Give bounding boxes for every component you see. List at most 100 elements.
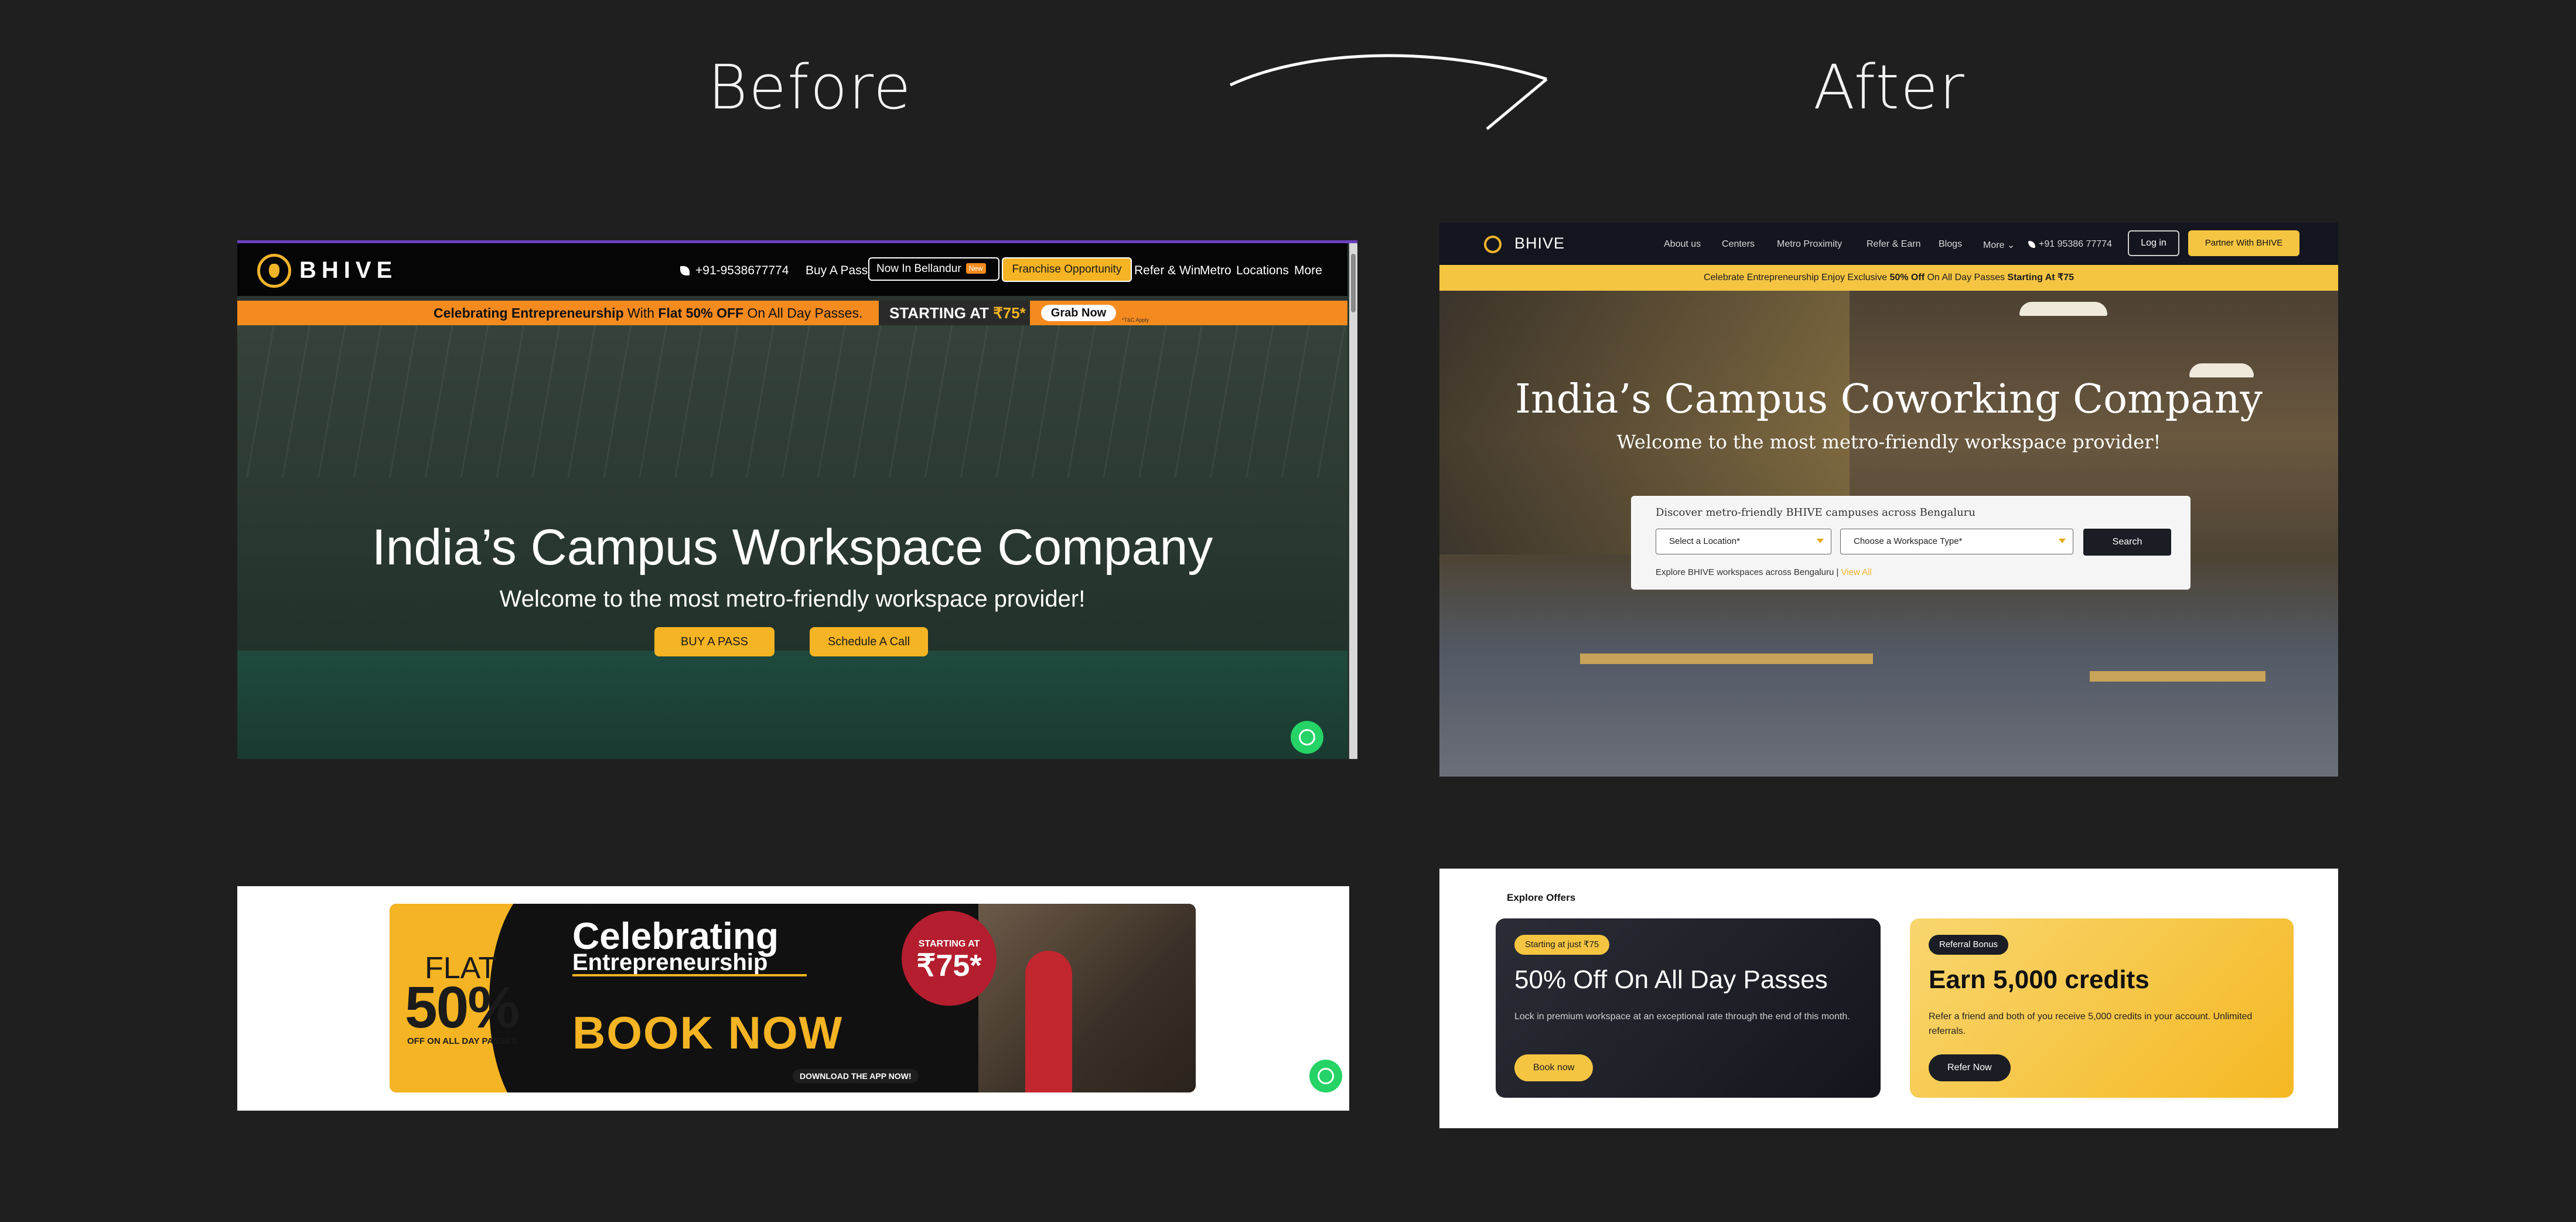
nav-blogs[interactable]: Blogs <box>1939 239 1962 250</box>
buy-a-pass-button[interactable]: BUY A PASS <box>654 627 774 656</box>
after-hero-screenshot: BHIVE About us Centers Metro Proximity R… <box>1439 223 2338 777</box>
ceiling-lamp <box>2189 363 2254 377</box>
before-label: Before <box>708 52 912 123</box>
desk <box>1580 653 1873 664</box>
phone-link[interactable]: +91 95386 77774 <box>2028 239 2112 250</box>
nav-more[interactable]: More <box>1294 264 1322 278</box>
banner-part-1: Celebrate Entrepreneurship Enjoy Exclusi… <box>1703 273 1890 282</box>
navbar: BHIVE +91-9538677774 Buy A Pass Now In B… <box>237 243 1347 296</box>
tnc-text: *T&C Apply <box>1122 317 1149 323</box>
view-all-link[interactable]: View All <box>1841 567 1872 577</box>
banner-part-2: 50% Off <box>1889 273 1925 282</box>
banner-person <box>1025 951 1072 1092</box>
hero-title: India’s Campus Coworking Company <box>1515 376 2263 423</box>
search-panel: Discover metro-friendly BHIVE campuses a… <box>1631 496 2191 590</box>
banner-percent: 50% <box>405 975 520 1040</box>
phone-number: +91-9538677774 <box>695 264 789 277</box>
explore-label: Explore BHIVE workspaces across Bengalur… <box>1656 567 1841 577</box>
court-floor <box>237 651 1347 759</box>
promo-banner-text: Celebrating Entrepreneurship With Flat 5… <box>434 305 862 321</box>
before-offer-banner: FLAT 50% OFF ON ALL DAY PASSES Celebrati… <box>237 886 1349 1111</box>
book-now-button[interactable]: Book now <box>1514 1054 1594 1081</box>
banner-underline <box>572 974 807 976</box>
location-select[interactable]: Select a Location* <box>1656 529 1831 554</box>
promo-bold-1: Celebrating Entrepreneurship <box>434 305 624 321</box>
banner-off-text: OFF ON ALL DAY PASSES <box>407 1036 517 1046</box>
logo-text[interactable]: BHIVE <box>1514 234 1565 253</box>
badge-price: ₹75* <box>916 949 982 983</box>
desk <box>2090 671 2265 682</box>
nav-refer-win[interactable]: Refer & Win <box>1134 264 1200 278</box>
offer-pill: Starting at just ₹75 <box>1514 935 1610 955</box>
offer-card-referral: Referral Bonus Earn 5,000 credits Refer … <box>1910 918 2294 1098</box>
new-badge: New <box>965 263 986 274</box>
before-hero-screenshot: BHIVE +91-9538677774 Buy A Pass Now In B… <box>237 240 1357 759</box>
phone-icon <box>2028 241 2035 248</box>
offer-title: Earn 5,000 credits <box>1929 965 2149 994</box>
promo-banner[interactable]: Celebrate Entrepreneurship Enjoy Exclusi… <box>1439 265 2338 291</box>
nav-centers[interactable]: Centers <box>1722 239 1755 250</box>
nav-metro-proximity[interactable]: Metro Proximity <box>1777 239 1842 250</box>
refer-now-button[interactable]: Refer Now <box>1929 1054 2011 1081</box>
franchise-opportunity-button[interactable]: Franchise Opportunity <box>1002 257 1132 282</box>
promo-end: On All Day Passes. <box>743 305 863 321</box>
caret-down-icon <box>2059 539 2066 543</box>
nav-more[interactable]: More ⌄ <box>1983 239 2015 251</box>
arrow-icon <box>1229 54 1548 130</box>
offer-pill: Referral Bonus <box>1929 935 2009 955</box>
hero-title: India’s Campus Workspace Company <box>371 519 1213 576</box>
offer-card-day-pass: Starting at just ₹75 50% Off On All Day … <box>1496 918 1881 1098</box>
log-in-button[interactable]: Log in <box>2128 230 2179 256</box>
nav-buy-a-pass[interactable]: Buy A Pass <box>806 264 868 278</box>
location-placeholder: Select a Location* <box>1669 536 1740 546</box>
whatsapp-icon[interactable] <box>1291 721 1323 754</box>
phone-link[interactable]: +91-9538677774 <box>680 264 789 278</box>
banner-part-4: Starting At ₹75 <box>2007 273 2075 282</box>
schedule-a-call-button[interactable]: Schedule A Call <box>810 627 928 656</box>
nav-locations[interactable]: Locations <box>1236 264 1289 278</box>
price-value: ₹75* <box>993 304 1026 322</box>
after-label: After <box>1813 52 1966 123</box>
nav-refer-earn[interactable]: Refer & Earn <box>1867 239 1920 250</box>
phone-number: +91 95386 77774 <box>2039 239 2113 249</box>
offer-banner-image[interactable]: FLAT 50% OFF ON ALL DAY PASSES Celebrati… <box>390 904 1196 1092</box>
whatsapp-icon[interactable] <box>1309 1060 1342 1092</box>
scrollbar[interactable] <box>1349 243 1357 759</box>
nav-about-us[interactable]: About us <box>1664 239 1701 250</box>
bhive-logo-icon[interactable] <box>1484 236 1502 253</box>
now-in-bellandur-button[interactable]: Now In Bellandur New <box>868 257 999 281</box>
price-label: STARTING AT <box>889 304 989 322</box>
offer-description: Refer a friend and both of you receive 5… <box>1929 1012 2253 1036</box>
navbar: BHIVE About us Centers Metro Proximity R… <box>1439 223 2338 265</box>
caret-down-icon <box>1817 539 1824 543</box>
workspace-placeholder: Choose a Workspace Type* <box>1854 536 1963 546</box>
promo-mid: With <box>623 305 658 321</box>
grab-now-button[interactable]: Grab Now <box>1041 305 1116 321</box>
bellandur-label: Now In Bellandur <box>876 263 961 275</box>
roof-structure <box>237 325 1347 478</box>
hero-subtitle: Welcome to the most metro-friendly works… <box>1616 431 2161 453</box>
logo-text[interactable]: BHIVE <box>299 257 397 284</box>
after-offers-section: Explore Offers Starting at just ₹75 50% … <box>1439 869 2338 1128</box>
promo-banner[interactable]: Celebrating Entrepreneurship With Flat 5… <box>237 301 1347 325</box>
partner-with-bhive-button[interactable]: Partner With BHIVE <box>2188 230 2299 256</box>
workspace-type-select[interactable]: Choose a Workspace Type* <box>1840 529 2073 554</box>
explore-text: Explore BHIVE workspaces across Bengalur… <box>1656 567 1872 577</box>
promo-bold-2: Flat 50% OFF <box>658 305 744 321</box>
ceiling-lamp <box>2019 302 2107 316</box>
banner-part-3: On All Day Passes <box>1925 273 2008 282</box>
nav-more-label: More <box>1983 240 2005 250</box>
banner-entrepreneurship: Entrepreneurship <box>572 949 768 975</box>
chevron-down-icon: ⌄ <box>2007 240 2015 250</box>
offers-heading: Explore Offers <box>1507 892 1576 903</box>
nav-metro[interactable]: Metro <box>1200 264 1231 278</box>
promo-price: STARTING AT ₹75* <box>879 301 1030 325</box>
search-button[interactable]: Search <box>2083 529 2171 556</box>
offer-description: Lock in premium workspace at an exceptio… <box>1514 1012 1850 1022</box>
search-panel-title: Discover metro-friendly BHIVE campuses a… <box>1656 506 1975 519</box>
download-app-pill: DOWNLOAD THE APP NOW! <box>793 1069 919 1083</box>
hero-subtitle: Welcome to the most metro-friendly works… <box>499 586 1086 612</box>
bhive-logo-icon[interactable] <box>257 254 291 288</box>
banner-photo <box>978 904 1196 1092</box>
banner-book-now: BOOK NOW <box>572 1007 844 1058</box>
